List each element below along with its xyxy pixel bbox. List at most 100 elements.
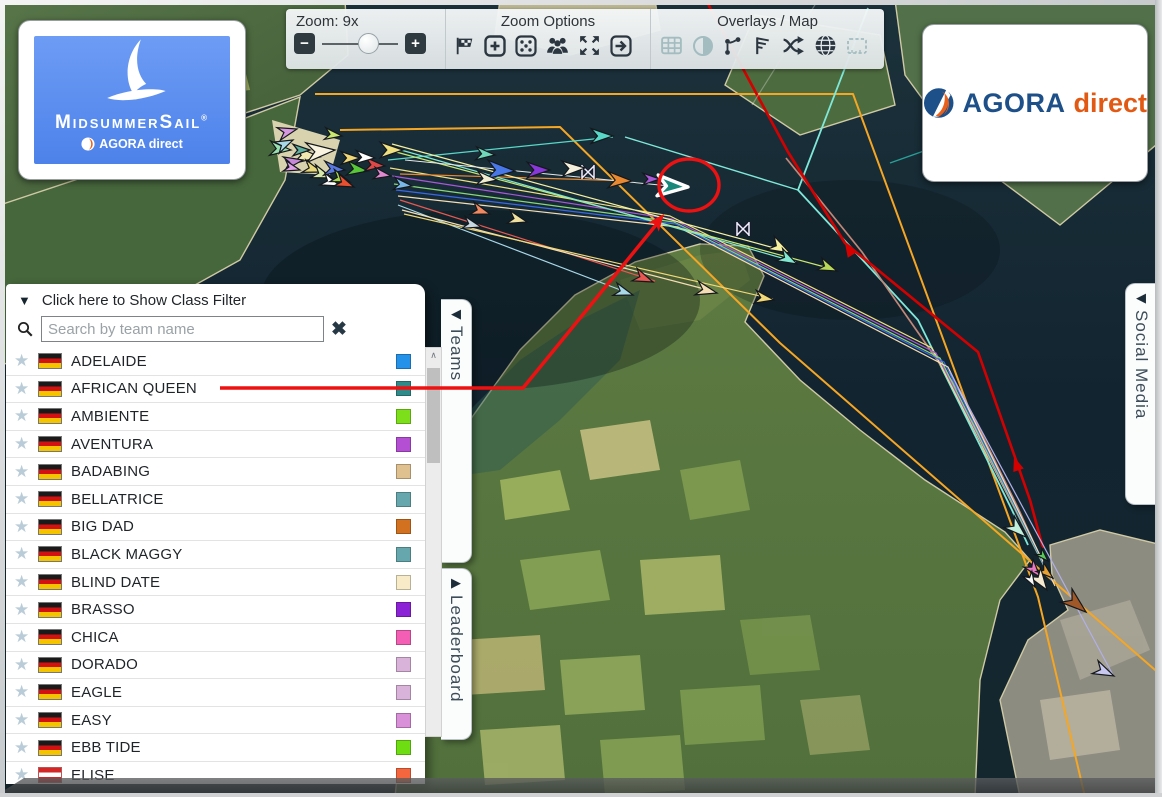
class-filter-toggle[interactable]: ▼ Click here to Show Class Filter (6, 284, 425, 311)
scroll-up-icon[interactable]: ∧ (426, 348, 441, 363)
collapse-left-icon[interactable]: ◀ (1136, 293, 1146, 303)
collapse-left-icon[interactable]: ◀ (451, 309, 461, 319)
team-name: BLACK MAGGY (71, 546, 396, 563)
expand-right-icon[interactable]: ▶ (451, 578, 461, 588)
bottom-shadow-bar (0, 778, 1155, 793)
midsummersail-subtitle: AGORA direct (81, 137, 183, 151)
team-name: ADELAIDE (71, 353, 396, 370)
map-toolbar: Zoom: 9x − + Zoom Options Overlays / Map (286, 9, 884, 69)
favorite-star-icon[interactable]: ★ (14, 351, 38, 371)
favorite-star-icon[interactable]: ★ (14, 600, 38, 620)
team-row[interactable]: ★ BLIND DATE (6, 569, 425, 597)
team-row[interactable]: ★ BIG DAD (6, 514, 425, 542)
favorite-star-icon[interactable]: ★ (14, 406, 38, 426)
team-row[interactable]: ★ EAGLE (6, 679, 425, 707)
agora-wordmark: AGORA (962, 88, 1065, 119)
expand-fullscreen-icon[interactable] (577, 33, 602, 58)
race-tracker-window: Zoom: 9x − + Zoom Options Overlays / Map (0, 0, 1162, 797)
finish-flag-icon[interactable] (454, 35, 476, 57)
favorite-star-icon[interactable]: ★ (14, 572, 38, 592)
team-search-input[interactable] (41, 316, 324, 342)
team-row[interactable]: ★ ADELAIDE (6, 348, 425, 376)
grid-icon[interactable] (659, 33, 684, 58)
team-flag-germany (38, 629, 62, 645)
team-row[interactable]: ★ BRASSO (6, 596, 425, 624)
team-row[interactable]: ★AFRICAN QUEEN (6, 376, 425, 404)
team-color-swatch (396, 657, 411, 672)
team-name: EBB TIDE (71, 739, 396, 756)
favorite-star-icon[interactable]: ★ (14, 655, 38, 675)
favorite-star-icon[interactable]: ★ (14, 544, 38, 564)
follow-arrow-icon[interactable] (609, 34, 633, 58)
team-color-swatch (396, 630, 411, 645)
team-row[interactable]: ★AMBIENTE (6, 403, 425, 431)
chevron-down-icon[interactable]: ▼ (18, 293, 31, 308)
favorite-star-icon[interactable]: ★ (14, 710, 38, 730)
zoom-slider-thumb[interactable] (358, 33, 379, 54)
team-name: BIG DAD (71, 518, 396, 535)
favorite-star-icon[interactable]: ★ (14, 738, 38, 758)
windbarb-icon[interactable] (751, 34, 774, 57)
contrast-icon[interactable] (691, 34, 715, 58)
globe-icon[interactable] (813, 33, 838, 58)
favorite-star-icon[interactable]: ★ (14, 462, 38, 482)
zoom-out-button[interactable]: − (294, 33, 315, 54)
team-row[interactable]: ★BELLATRICE (6, 486, 425, 514)
fleet-group-icon[interactable] (545, 33, 570, 58)
team-list-scrollbar[interactable]: ∧ (425, 347, 442, 737)
team-color-swatch (396, 354, 411, 369)
tab-leaderboard[interactable]: ▶ Leaderboard (441, 568, 472, 740)
route-icon[interactable] (722, 35, 744, 57)
clear-search-icon[interactable]: ✖ (331, 318, 347, 341)
team-row[interactable]: ★ EBB TIDE (6, 734, 425, 762)
team-flag-germany (38, 684, 62, 700)
team-name: BADABING (71, 463, 396, 480)
midsummersail-logo: MidsummerSail® AGORA direct (34, 36, 230, 164)
agora-direct-logo-card[interactable]: AGORA direct (922, 24, 1148, 182)
favorite-star-icon[interactable]: ★ (14, 379, 38, 399)
favorite-star-icon[interactable]: ★ (14, 517, 38, 537)
favorite-star-icon[interactable]: ★ (14, 434, 38, 454)
team-name: EASY (71, 712, 396, 729)
team-row[interactable]: ★AVENTURA (6, 431, 425, 459)
team-row[interactable]: ★CHICA (6, 624, 425, 652)
team-flag-germany (38, 740, 62, 756)
team-name: DORADO (71, 656, 396, 673)
zoom-in-button[interactable]: + (405, 33, 426, 54)
window-frame-right (1155, 0, 1162, 797)
team-row[interactable]: ★ BLACK MAGGY (6, 541, 425, 569)
zoom-slider[interactable] (322, 33, 398, 54)
scrollbar-thumb[interactable] (427, 368, 440, 463)
shuffle-icon[interactable] (781, 33, 806, 58)
team-color-swatch (396, 575, 411, 590)
midsummersail-logo-card[interactable]: MidsummerSail® AGORA direct (18, 20, 246, 180)
team-flag-germany (38, 436, 62, 452)
tab-teams[interactable]: ◀ Teams (441, 299, 472, 563)
zoom-plus-box-icon[interactable] (483, 34, 507, 58)
team-row[interactable]: ★ DORADO (6, 652, 425, 680)
team-name: EAGLE (71, 684, 396, 701)
favorite-star-icon[interactable]: ★ (14, 682, 38, 702)
agora-circle-icon (81, 137, 95, 151)
boats-dice-icon[interactable] (514, 34, 538, 58)
team-color-swatch (396, 381, 411, 396)
agora-direct-wordmark: direct (1073, 88, 1147, 119)
tab-teams-label: Teams (446, 326, 466, 381)
favorite-star-icon[interactable]: ★ (14, 627, 38, 647)
favorite-star-icon[interactable]: ★ (14, 489, 38, 509)
class-filter-label: Click here to Show Class Filter (42, 292, 246, 309)
teams-panel: ▼ Click here to Show Class Filter ✖ ★ ADE… (6, 284, 425, 784)
team-name: BLIND DATE (71, 574, 396, 591)
team-color-swatch (396, 740, 411, 755)
team-row[interactable]: ★ EASY (6, 707, 425, 735)
tab-leaderboard-label: Leaderboard (446, 595, 466, 702)
team-name: BRASSO (71, 601, 396, 618)
team-flag-germany (38, 381, 62, 397)
team-color-swatch (396, 547, 411, 562)
measure-icon[interactable] (845, 34, 869, 58)
tab-social-media[interactable]: ◀ Social Media (1125, 283, 1156, 505)
team-flag-germany (38, 712, 62, 728)
team-row[interactable]: ★ BADABING (6, 458, 425, 486)
team-color-swatch (396, 685, 411, 700)
team-flag-germany (38, 574, 62, 590)
